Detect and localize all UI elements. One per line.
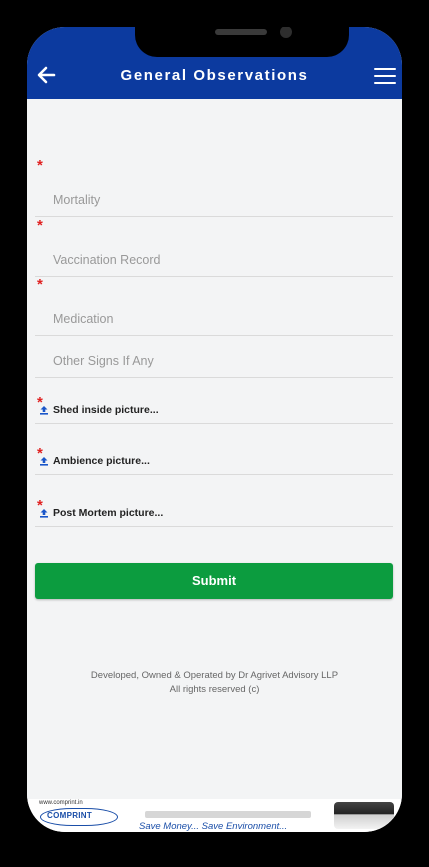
phone-screen: General Observations * Mortality * Vacci… (27, 27, 402, 832)
required-marker: * (37, 217, 43, 234)
vaccination-record-field[interactable]: * Vaccination Record (35, 217, 393, 277)
ad-blurred-text (145, 811, 311, 818)
field-underline (35, 377, 393, 378)
shed-inside-picture-upload[interactable]: * Shed inside picture... (35, 394, 393, 424)
submit-button[interactable]: Submit (35, 563, 393, 599)
field-underline (35, 423, 393, 424)
footer-rights: All rights reserved (c) (169, 684, 260, 695)
ad-product-image (334, 802, 394, 829)
footer-credit: Developed, Owned & Operated by Dr Agrive… (90, 670, 339, 681)
mortality-placeholder: Mortality (53, 193, 101, 207)
ambience-picture-upload[interactable]: * Ambience picture... (35, 445, 393, 475)
mortality-field[interactable]: * Mortality (35, 157, 393, 217)
field-underline (35, 526, 393, 527)
ad-url: www.comprint.in (39, 800, 83, 806)
shed-inside-picture-label: Shed inside picture... (53, 404, 159, 416)
ad-tagline: Save Money... Save Environment... (139, 821, 288, 832)
other-signs-field[interactable]: Other Signs If Any (35, 318, 393, 378)
upload-icon (40, 406, 48, 415)
vaccination-record-placeholder: Vaccination Record (53, 253, 161, 267)
footer: Developed, Owned & Operated by Dr Agrive… (27, 669, 402, 697)
required-marker: * (37, 276, 43, 293)
form-content: * Mortality * Vaccination Record * Medic… (27, 99, 402, 799)
post-mortem-picture-label: Post Mortem picture... (53, 507, 164, 519)
back-arrow-icon[interactable] (33, 65, 59, 91)
upload-icon (40, 457, 48, 466)
required-marker: * (37, 157, 43, 174)
ad-banner[interactable]: www.comprint.in COMPRINT Save Money... S… (27, 799, 402, 832)
phone-notch (135, 27, 349, 57)
camera (280, 27, 292, 38)
field-underline (35, 474, 393, 475)
page-title: General Observations (120, 67, 309, 84)
speaker (215, 29, 267, 35)
ad-brand: COMPRINT (47, 811, 93, 820)
post-mortem-picture-upload[interactable]: * Post Mortem picture... (35, 497, 393, 527)
hamburger-menu-icon[interactable] (374, 68, 396, 86)
ambience-picture-label: Ambience picture... (53, 455, 150, 467)
other-signs-placeholder: Other Signs If Any (53, 354, 154, 368)
upload-icon (40, 509, 48, 518)
